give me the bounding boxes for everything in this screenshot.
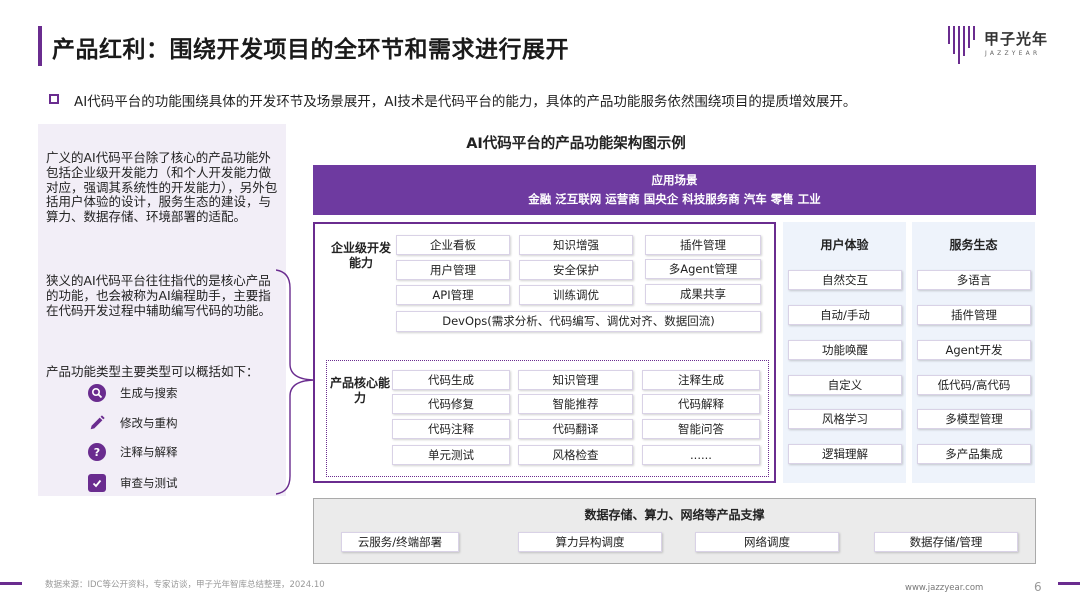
- data-source-note: 数据来源：IDC等公开资料，专家访谈，甲子光年智库总结整理，2024.10: [45, 580, 325, 590]
- enterprise-cell: 训练调优: [519, 285, 633, 305]
- core-cell: 代码解释: [642, 394, 760, 414]
- eco-cell: 插件管理: [917, 305, 1031, 325]
- core-cell: 代码生成: [392, 370, 510, 390]
- eco-column-title: 服务生态: [949, 238, 998, 252]
- infra-cell: 网络调度: [695, 532, 839, 552]
- lead-text: AI代码平台的功能围绕具体的开发环节及场景展开，AI技术是代码平台的能力，具体的…: [74, 94, 857, 110]
- footer-accent-left: [0, 582, 22, 585]
- type-label: 修改与重构: [120, 416, 178, 430]
- question-icon: ?: [88, 443, 106, 461]
- type-label: 生成与搜索: [120, 386, 178, 400]
- core-cell: 注释生成: [642, 370, 760, 390]
- infrastructure-title: 数据存储、算力、网络等产品支撑: [584, 508, 765, 522]
- narrow-definition-text: 狭义的AI代码平台往往指代的是核心产品的功能，也会被称为AI编程助手，主要指在代…: [46, 273, 272, 318]
- type-item-generate: 生成与搜索: [88, 384, 178, 402]
- core-cell: 单元测试: [392, 445, 510, 465]
- app-scenarios-items: 金融 泛互联网 运营商 国央企 科技服务商 汽车 零售 工业: [528, 192, 821, 206]
- enterprise-label: 企业级开发能力: [330, 241, 391, 270]
- core-cell: 代码翻译: [518, 419, 633, 439]
- core-cell: 风格检查: [518, 445, 633, 465]
- infra-cell: 云服务/终端部署: [341, 532, 459, 552]
- enterprise-cell: 用户管理: [396, 260, 510, 280]
- ux-cell: 功能唤醒: [788, 340, 902, 360]
- search-icon: [88, 384, 106, 402]
- ux-column-title: 用户体验: [820, 238, 869, 252]
- application-scenarios-bar: 应用场景 金融 泛互联网 运营商 国央企 科技服务商 汽车 零售 工业: [313, 165, 1036, 215]
- page-number: 6: [1034, 580, 1042, 594]
- core-cell: 知识管理: [518, 370, 633, 390]
- enterprise-cell: 知识增强: [519, 235, 633, 255]
- type-label: 审查与测试: [120, 476, 178, 490]
- enterprise-cell: 企业看板: [396, 235, 510, 255]
- ux-cell: 逻辑理解: [788, 444, 902, 464]
- enterprise-cell: 安全保护: [519, 260, 633, 280]
- page-title: 产品红利：围绕开发项目的全环节和需求进行展开: [52, 37, 569, 63]
- core-cell: 智能推荐: [518, 394, 633, 414]
- eco-cell: 多产品集成: [917, 444, 1031, 464]
- type-label: 注释与解释: [120, 445, 178, 459]
- types-intro-text: 产品功能类型主要类型可以概括如下：: [46, 364, 259, 379]
- eco-cell: 低代码/高代码: [917, 375, 1031, 395]
- core-cell: 代码修复: [392, 394, 510, 414]
- logo-text-cn: 甲子光年: [984, 30, 1049, 48]
- pencil-icon: [88, 414, 106, 432]
- type-item-review: 审查与测试: [88, 474, 178, 492]
- ux-cell: 风格学习: [788, 409, 902, 429]
- logo-mark-icon: [948, 26, 976, 64]
- left-panel: 广义的AI代码平台除了核心的产品功能外包括企业级开发能力（和个人开发能力做对应，…: [38, 124, 286, 496]
- diagram-title: AI代码平台的产品功能架构图示例: [466, 136, 686, 152]
- core-cell: 智能问答: [642, 419, 760, 439]
- broad-definition-text: 广义的AI代码平台除了核心的产品功能外包括企业级开发能力（和个人开发能力做对应，…: [46, 150, 278, 225]
- footer-accent-right: [1058, 582, 1080, 585]
- infra-cell: 数据存储/管理: [874, 532, 1018, 552]
- core-label: 产品核心能力: [330, 376, 391, 405]
- core-cell: 代码注释: [392, 419, 510, 439]
- app-scenarios-title: 应用场景: [651, 173, 698, 187]
- eco-cell: Agent开发: [917, 340, 1031, 360]
- logo-text-en: JAZZYEAR: [985, 50, 1041, 57]
- enterprise-cell: 多Agent管理: [645, 259, 761, 279]
- enterprise-cell: API管理: [396, 285, 510, 305]
- eco-cell: 多模型管理: [917, 409, 1031, 429]
- footer-url: www.jazzyear.com: [905, 583, 984, 593]
- infrastructure-box: 数据存储、算力、网络等产品支撑: [313, 498, 1036, 564]
- enterprise-cell-devops: DevOps(需求分析、代码编写、调优对齐、数据回流): [396, 311, 761, 332]
- enterprise-cell: 插件管理: [645, 235, 761, 255]
- checklist-icon: [88, 474, 106, 492]
- title-accent-bar: [38, 26, 42, 66]
- type-item-modify: 修改与重构: [88, 414, 178, 432]
- ux-cell: 自定义: [788, 375, 902, 395]
- ux-cell: 自然交互: [788, 270, 902, 290]
- eco-cell: 多语言: [917, 270, 1031, 290]
- core-cell: ......: [642, 445, 760, 465]
- ux-cell: 自动/手动: [788, 305, 902, 325]
- type-item-annotate: ? 注释与解释: [88, 443, 178, 461]
- enterprise-cell: 成果共享: [645, 284, 761, 304]
- brand-logo: 甲子光年 JAZZYEAR: [948, 24, 1058, 68]
- infra-cell: 算力异构调度: [518, 532, 662, 552]
- square-bullet-icon: [49, 94, 59, 104]
